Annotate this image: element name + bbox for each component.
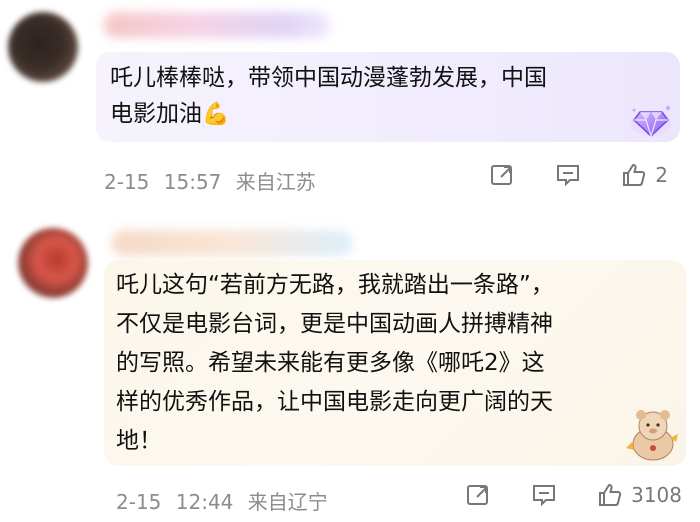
username-blurred[interactable]: [112, 230, 352, 256]
comment-time: 15:57: [163, 170, 222, 194]
like-button[interactable]: 3108: [597, 482, 682, 508]
username-blurred[interactable]: [104, 12, 330, 38]
reply-button[interactable]: [555, 162, 581, 188]
comment-actions: 3108: [425, 482, 682, 508]
thumbs-up-icon: [599, 483, 622, 506]
flexed-biceps-emoji: 💪: [202, 102, 230, 127]
like-count: 2: [655, 163, 668, 187]
thumbs-up-icon: [623, 163, 646, 186]
comment-bubble: 吒儿棒棒哒，带领中国动漫蓬勃发展，中国 电影加油💪: [96, 52, 680, 142]
comment-icon: [557, 165, 580, 187]
comment-meta: 2-15 12:44 来自辽宁: [116, 486, 328, 515]
comment-location: 来自辽宁: [247, 490, 328, 514]
like-button[interactable]: 2: [621, 162, 668, 188]
like-count: 3108: [631, 483, 682, 507]
comment-actions: 2: [449, 162, 668, 188]
comment-card: 吒儿这句“若前方无路，我就踏出一条路”， 不仅是电影台词，更是中国动画人拼搏精神…: [0, 212, 700, 522]
comment-icon: [533, 485, 556, 507]
comment-text: 吒儿这句“若前方无路，我就踏出一条路”， 不仅是电影台词，更是中国动画人拼搏精神…: [116, 272, 554, 454]
comment-location: 来自江苏: [235, 170, 316, 194]
share-button[interactable]: [489, 162, 515, 188]
comment-text: 吒儿棒棒哒，带领中国动漫蓬勃发展，中国 电影加油: [110, 65, 547, 127]
share-button[interactable]: [465, 482, 491, 508]
share-icon: [491, 165, 513, 185]
avatar[interactable]: [8, 12, 78, 82]
comment-meta: 2-15 15:57 来自江苏: [104, 166, 316, 195]
comment-date: 2-15: [116, 490, 162, 514]
bear-sticker-icon: [626, 410, 678, 461]
avatar[interactable]: [18, 228, 88, 298]
comment-bubble: 吒儿这句“若前方无路，我就踏出一条路”， 不仅是电影台词，更是中国动画人拼搏精神…: [104, 260, 686, 466]
diamond-badge-icon: [631, 106, 671, 139]
comment-time: 12:44: [175, 490, 234, 514]
reply-button[interactable]: [531, 482, 557, 508]
comment-card: 吒儿棒棒哒，带领中国动漫蓬勃发展，中国 电影加油💪 2-15 15:57 来自江…: [0, 0, 700, 212]
share-icon: [467, 485, 489, 505]
comment-date: 2-15: [104, 170, 150, 194]
